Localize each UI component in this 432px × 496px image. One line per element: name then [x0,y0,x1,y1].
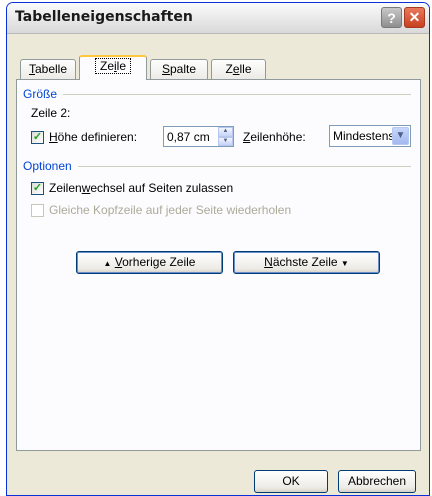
tab-spalte[interactable]: Spalte [150,59,208,79]
tab-zeile-label-start: Ze [99,59,114,73]
spin-up-icon[interactable]: ▲ [218,127,233,137]
define-height-mnemonic: H [49,130,58,144]
define-height-text: öhe definieren: [57,130,138,144]
tab-spalte-label: palte [169,62,197,76]
tab-spalte-mnemonic: S [161,62,170,76]
height-input[interactable]: 0,87 cm [167,130,210,144]
up-arrow-icon: ▲ [103,259,112,268]
tab-tabelle[interactable]: Tabelle [20,59,76,79]
tab-zeile-focus: Zeile [94,58,132,74]
size-group-title: Größe [23,87,58,101]
row-height-value: Mindestens [333,129,395,143]
allow-row-break-text-start: Zeilen [49,181,82,195]
size-group-header: Größe [23,87,411,101]
help-button[interactable]: ? [381,7,402,28]
options-group-header: Optionen [23,159,411,173]
previous-row-button[interactable]: ▲ Vorherige Zeile [76,251,223,274]
spin-buttons: ▲ ▼ [218,127,233,146]
tab-zelle-label-end: lle [239,62,252,76]
allow-row-break-checkbox[interactable]: ✓ [31,182,44,195]
repeat-header-checkbox [31,204,44,217]
tab-zelle-mnemonic: e [232,62,240,76]
previous-row-mnemonic: V [114,255,123,269]
divider [77,165,411,167]
tab-zeile-label-end: le [116,59,127,73]
cancel-button[interactable]: Abbrechen [338,470,416,493]
height-spinner[interactable]: 0,87 cm ▲ ▼ [163,126,234,147]
tab-zelle[interactable]: Zelle [211,59,266,79]
options-group-title: Optionen [23,159,72,173]
define-height-label[interactable]: Höhe definieren: [49,130,137,144]
tab-zelle-label-start: Z [225,62,233,76]
allow-row-break-text-end: echsel auf Seiten zulassen [90,181,234,195]
tab-tabelle-label: abelle [34,62,68,76]
row-height-text: eilenhöhe: [250,130,306,144]
tab-zeile[interactable]: Zeile [79,55,147,80]
close-button[interactable]: ✕ [404,7,425,28]
help-icon: ? [387,9,396,26]
previous-row-label: orherige Zeile [122,255,196,269]
checkmark-icon: ✓ [32,182,43,194]
repeat-header-label: Gleiche Kopfzeile auf jeder Seite wieder… [49,203,292,217]
close-icon: ✕ [408,9,421,25]
define-height-checkbox[interactable]: ✓ [31,131,44,144]
allow-row-break-label[interactable]: Zeilenwechsel auf Seiten zulassen [49,181,233,195]
next-row-mnemonic: N [264,255,273,269]
dropdown-arrow-icon[interactable]: ▼ [392,127,409,145]
tab-panel-zeile: Größe Zeile 2: ✓ Höhe definieren: 0,87 c… [16,79,421,451]
window-title: Tabelleneigenschaften [15,9,193,25]
row-height-select[interactable]: Mindestens ▼ [329,125,411,147]
checkmark-icon: ✓ [32,131,43,143]
down-arrow-icon: ▼ [340,259,349,268]
row-label: Zeile 2: [31,106,71,120]
divider [63,93,411,95]
next-row-label: ächste Zeile [272,255,338,269]
row-height-label: Zeilenhöhe: [243,130,306,144]
ok-button[interactable]: OK [254,470,328,493]
spin-down-icon[interactable]: ▼ [218,136,233,146]
next-row-button[interactable]: Nächste Zeile ▼ [233,251,380,274]
title-bar[interactable]: Tabelleneigenschaften ? ✕ [7,3,429,34]
properties-dialog: Tabelleneigenschaften ? ✕ Tabelle Zeile … [6,2,430,496]
